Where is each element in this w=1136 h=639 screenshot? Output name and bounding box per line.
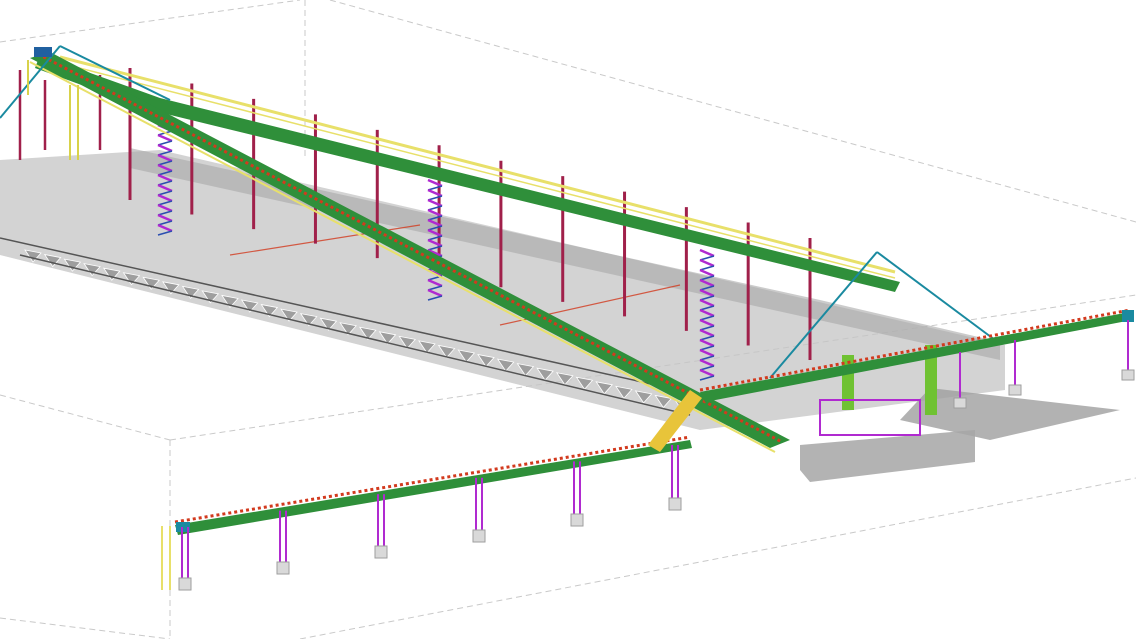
lower-conveyor-truss [175,440,692,535]
conveyor-plant-3d-model [0,0,1136,639]
lower-conveyor-stair [161,526,171,590]
pier [570,513,584,527]
stair-flight [699,248,715,258]
pier [1121,369,1135,381]
pier [668,497,682,511]
boundary-line-top-right [329,0,1136,223]
pier [374,545,388,559]
pier [178,577,192,591]
pit-structure [800,430,975,482]
pier [953,397,967,409]
stair-flight [699,265,715,271]
pier [1008,384,1022,396]
viewport [0,0,1136,639]
boundary-line-mid [0,394,171,441]
left-head-drive [34,47,52,57]
stair-flight [157,140,173,146]
stair-flight [699,255,715,261]
boundary-line-low [0,617,171,639]
stair-flight [699,258,715,268]
pier [276,561,290,575]
boundary-line-low-right [299,477,1136,639]
pier [472,529,486,543]
boundary-line-top [0,0,301,43]
lower-conveyor-belt [174,435,691,524]
lower-conveyor [161,390,702,590]
